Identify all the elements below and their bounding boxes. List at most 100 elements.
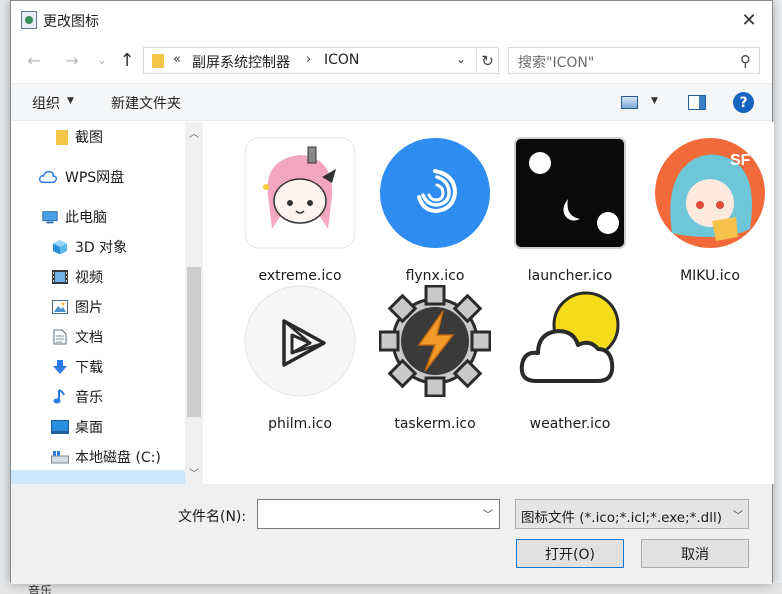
sidebar-item-label: 桌面 [75,420,103,436]
breadcrumb-item[interactable]: 副屏系统控制器 [192,52,290,72]
background-right-strip [773,0,782,594]
view-options-caret-icon[interactable]: ▼ [651,96,658,106]
file-name: MIKU.ico [680,268,740,284]
moon-dots-icon [514,137,626,249]
cloud-icon [39,169,57,185]
drive-icon [51,449,69,465]
background-bottom-strip [0,583,782,594]
filetype-select[interactable]: 图标文件 (*.ico;*.icl;*.exe;*.dll) ﹀ [515,499,749,529]
breadcrumb-separator[interactable]: › [306,52,311,67]
file-name: taskerm.ico [394,416,476,432]
forward-arrow-icon: → [65,50,79,70]
sidebar-item-videos[interactable]: 视频 [11,262,187,292]
change-view-button[interactable] [621,96,638,109]
address-dropdown-icon[interactable]: ⌄ [456,52,466,66]
picture-icon [51,299,69,315]
search-icon: ⚲ [740,52,751,70]
file-name: weather.ico [529,416,611,432]
film-icon [51,269,69,285]
music-icon [51,389,69,405]
file-item[interactable]: launcher.ico [508,137,632,284]
spiral-icon [379,137,491,249]
sidebar-item-label: 视频 [75,270,103,286]
window-title: 更改图标 [43,14,99,30]
folder-icon [152,54,164,68]
navigation-bar: ← → ⌄ ↑ « 副屏系统控制器 › ICON ⌄ ↻ 搜索"ICON" ⚲ [11,39,772,81]
chevron-down-icon[interactable]: ﹀ [483,506,493,521]
preview-pane-button[interactable] [688,95,706,110]
change-icon-dialog: 更改图标 ✕ ← → ⌄ ↑ « 副屏系统控制器 › ICON ⌄ ↻ 搜索"I… [10,0,774,584]
download-icon [51,359,69,375]
close-icon: ✕ [741,9,757,31]
anime-girl-icon [244,137,356,249]
sidebar-item-pictures[interactable]: 图片 [11,292,187,322]
cube-icon [51,239,69,255]
file-item[interactable]: SF MIKU.ico [648,137,772,284]
selected-nav-row[interactable] [11,470,185,484]
refresh-icon: ↻ [481,51,494,70]
filename-input[interactable]: ﹀ [257,499,500,529]
sidebar-item-wps-cloud[interactable]: WPS网盘 [11,162,187,192]
open-button[interactable]: 打开(O) [516,539,624,568]
breadcrumb-overflow[interactable]: « [173,52,181,67]
scroll-up-button[interactable]: ︿ [185,122,203,142]
breadcrumb-item[interactable]: ICON [324,52,359,68]
app-icon [21,11,37,29]
file-item[interactable]: philm.ico [238,285,362,432]
sidebar-item-label: 下载 [75,360,103,376]
chevron-down-icon[interactable]: ﹀ [728,500,748,528]
navigation-scrollbar[interactable]: ︿ ﹀ [185,122,203,484]
cloud-sun-icon [514,285,626,397]
sidebar-item-desktop[interactable]: 桌面 [11,412,187,442]
sidebar-item-label: 截图 [75,130,103,146]
file-name: extreme.ico [258,268,342,284]
forward-button[interactable]: → [61,49,83,71]
folder-icon [53,129,71,145]
navigation-pane[interactable]: 截图 WPS网盘 此电脑 3D 对象 视频 图片 文档 下载 音乐 桌面 本地磁… [11,122,203,484]
close-button[interactable]: ✕ [726,1,772,39]
address-bar[interactable]: « 副屏系统控制器 › ICON ⌄ ↻ [143,47,499,74]
svg-text:SF: SF [730,152,751,169]
file-list[interactable]: extreme.ico flynx.ico launcher.ico SF MI… [203,122,774,484]
sidebar-item-3d-objects[interactable]: 3D 对象 [11,232,187,262]
dialog-footer: 文件名(N): ﹀ 图标文件 (*.ico;*.icl;*.exe;*.dll)… [11,484,772,584]
organize-button[interactable]: 组织 [32,93,60,113]
title-bar: 更改图标 ✕ [11,1,772,39]
desktop-icon [51,419,69,435]
back-button[interactable]: ← [23,49,45,71]
scroll-thumb[interactable] [187,267,201,417]
file-name: launcher.ico [527,268,613,284]
file-item[interactable]: taskerm.ico [373,284,497,432]
scroll-down-button[interactable]: ﹀ [185,462,203,482]
sidebar-item-downloads[interactable]: 下载 [11,352,187,382]
file-item[interactable]: extreme.ico [238,137,362,284]
sidebar-item-local-disk-c[interactable]: 本地磁盘 (C:) [11,442,187,472]
sidebar-item-screenshots[interactable]: 截图 [11,122,187,152]
sidebar-item-label: 文档 [75,330,103,346]
cancel-button[interactable]: 取消 [641,539,749,568]
sidebar-item-documents[interactable]: 文档 [11,322,187,352]
caret-down-icon: ▼ [67,96,74,106]
sidebar-item-label: 音乐 [75,390,103,406]
sidebar-item-label: 本地磁盘 (C:) [75,450,161,466]
file-name: flynx.ico [405,268,465,284]
up-button[interactable]: ↑ [116,49,138,71]
filename-label: 文件名(N): [178,509,247,525]
computer-icon [41,209,59,225]
back-arrow-icon: ← [27,50,41,70]
search-input[interactable]: 搜索"ICON" ⚲ [508,47,760,74]
refresh-button[interactable]: ↻ [476,49,498,72]
file-item[interactable]: flynx.ico [373,137,497,284]
sidebar-item-music[interactable]: 音乐 [11,382,187,412]
file-item[interactable]: weather.ico [508,285,632,432]
help-button[interactable]: ? [733,92,754,113]
recent-locations-button[interactable]: ⌄ [91,49,113,71]
file-name: philm.ico [268,416,332,432]
chevron-down-icon: ⌄ [96,53,108,67]
new-folder-button[interactable]: 新建文件夹 [111,93,181,113]
up-arrow-icon: ↑ [119,49,135,71]
sidebar-item-this-pc[interactable]: 此电脑 [11,202,187,232]
sidebar-item-label: 图片 [75,300,103,316]
sidebar-item-label: 3D 对象 [75,240,128,256]
sidebar-item-label: WPS网盘 [65,170,125,186]
